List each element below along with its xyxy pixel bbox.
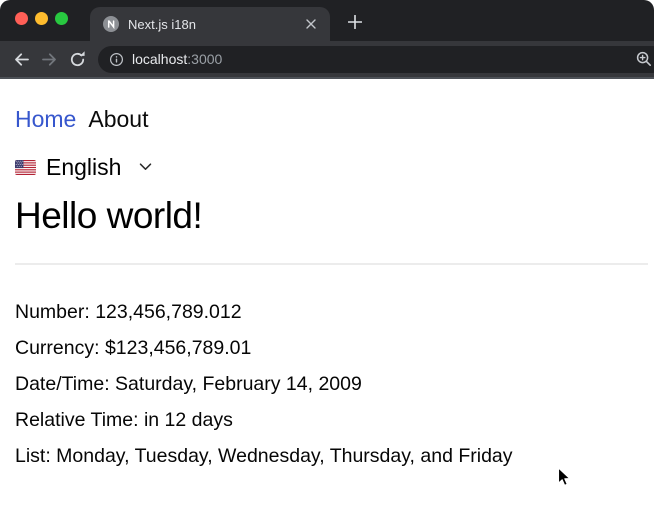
us-flag-icon xyxy=(15,159,36,175)
site-nav: Home About xyxy=(15,79,639,132)
plus-icon xyxy=(348,15,362,29)
forward-arrow-icon xyxy=(41,51,58,68)
page-title: Hello world! xyxy=(15,195,203,236)
zoom-in-icon[interactable] xyxy=(636,51,652,67)
site-info-icon[interactable] xyxy=(109,52,124,67)
address-bar[interactable]: localhost:3000 xyxy=(98,45,654,73)
window-maximize-button[interactable] xyxy=(55,12,68,25)
relative-time-line: Relative Time: in 12 days xyxy=(15,409,233,431)
forward-button[interactable] xyxy=(35,45,63,73)
window-close-button[interactable] xyxy=(15,12,28,25)
window-controls xyxy=(15,12,68,25)
page-content: Home About English Hello world! Number: … xyxy=(0,79,654,532)
url-text: localhost:3000 xyxy=(132,51,222,67)
divider xyxy=(15,263,648,265)
url-port: :3000 xyxy=(187,51,223,67)
tab-strip: Next.js i18n xyxy=(0,0,654,41)
datetime-line: Date/Time: Saturday, February 14, 2009 xyxy=(15,373,362,395)
browser-tab[interactable]: Next.js i18n xyxy=(90,7,330,41)
formatted-values: Number: 123,456,789.012 Currency: $123,4… xyxy=(15,299,639,469)
reload-button[interactable] xyxy=(63,45,91,73)
nextjs-favicon-icon xyxy=(103,16,119,32)
browser-window: Next.js i18n localhost:3000 Home About E… xyxy=(0,0,654,532)
language-selector[interactable]: English xyxy=(15,154,152,180)
chevron-down-icon xyxy=(139,163,152,171)
number-line: Number: 123,456,789.012 xyxy=(15,301,242,323)
list-line: List: Monday, Tuesday, Wednesday, Thursd… xyxy=(15,445,513,467)
window-minimize-button[interactable] xyxy=(35,12,48,25)
tab-close-icon[interactable] xyxy=(302,15,320,33)
url-host: localhost xyxy=(132,51,188,67)
currency-line: Currency: $123,456,789.01 xyxy=(15,337,252,359)
back-button[interactable] xyxy=(7,45,35,73)
language-label: English xyxy=(46,154,122,180)
browser-toolbar: localhost:3000 xyxy=(0,41,654,79)
reload-icon xyxy=(69,50,86,68)
tab-title: Next.js i18n xyxy=(128,16,196,32)
back-arrow-icon xyxy=(13,51,30,68)
nav-link-about[interactable]: About xyxy=(88,106,148,132)
new-tab-button[interactable] xyxy=(340,7,370,37)
nav-link-home[interactable]: Home xyxy=(15,106,76,132)
